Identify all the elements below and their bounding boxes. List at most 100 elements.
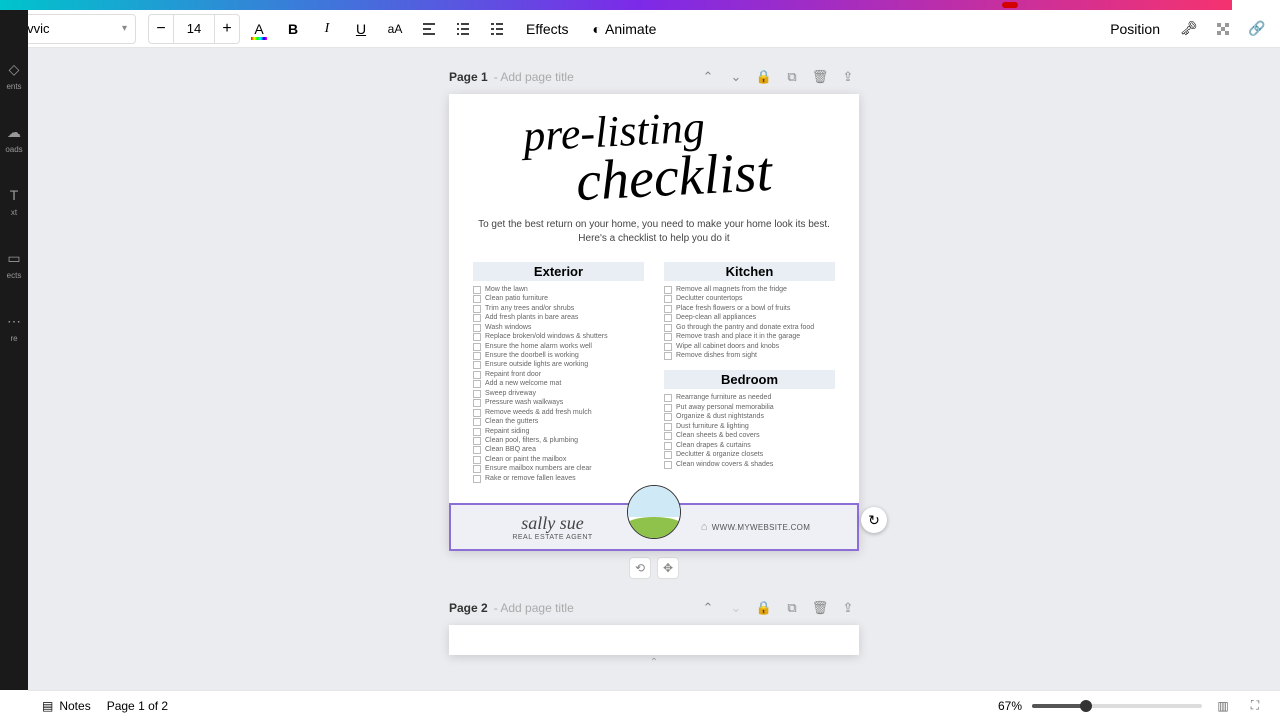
font-size-value[interactable]: 14	[174, 14, 214, 44]
rail-more[interactable]: ⋯re	[5, 312, 23, 343]
kitchen-list[interactable]: Remove all magnets from the fridgeDeclut…	[664, 285, 835, 361]
checklist-item[interactable]: Ensure the doorbell is working	[473, 351, 644, 360]
checklist-item[interactable]: Repaint front door	[473, 370, 644, 379]
checklist-item[interactable]: Repaint siding	[473, 427, 644, 436]
page2-expand-arrow[interactable]: ⌃	[449, 655, 859, 670]
exterior-list[interactable]: Mow the lawnClean patio furnitureTrim an…	[473, 285, 644, 483]
checklist-item[interactable]: Sweep driveway	[473, 389, 644, 398]
link-button[interactable]: 🔗	[1242, 14, 1272, 44]
alignment-button[interactable]	[414, 14, 444, 44]
page2-expand-down-button[interactable]: ⌄	[725, 597, 747, 619]
checklist-item[interactable]: Organize & dust nightstands	[664, 412, 835, 421]
checklist-item[interactable]: Clean or paint the mailbox	[473, 455, 644, 464]
notes-button[interactable]: ▤ Notes	[42, 699, 91, 713]
kitchen-heading[interactable]: Kitchen	[664, 262, 835, 281]
checklist-item[interactable]: Mow the lawn	[473, 285, 644, 294]
page2-delete-button[interactable]: 🗑	[809, 597, 831, 619]
page2-lock-button[interactable]: 🔒	[753, 597, 775, 619]
spacing-button[interactable]	[482, 14, 512, 44]
checklist-item[interactable]: Dust furniture & lighting	[664, 422, 835, 431]
checklist-item[interactable]: Deep-clean all appliances	[664, 313, 835, 322]
page-indicator[interactable]: Page 1 of 2	[107, 699, 168, 713]
page2-header: Page 2 - Add page title ⌃ ⌄ 🔒 ⧉ 🗑 ⇪	[449, 597, 859, 619]
checklist-item[interactable]: Ensure mailbox numbers are clear	[473, 464, 644, 473]
checklist-item[interactable]: Clean the gutters	[473, 417, 644, 426]
slider-thumb[interactable]	[1080, 700, 1092, 712]
page1-expand-down-button[interactable]: ⌄	[725, 66, 747, 88]
checklist-item[interactable]: Clean BBQ area	[473, 445, 644, 454]
checklist-item[interactable]: Place fresh flowers or a bowl of fruits	[664, 304, 835, 313]
checklist-item[interactable]: Clean patio furniture	[473, 294, 644, 303]
grid-view-button[interactable]: ▥	[1212, 695, 1234, 717]
intro-text[interactable]: To get the best return on your home, you…	[473, 218, 835, 246]
footer-logo[interactable]	[627, 485, 681, 539]
checklist-item[interactable]: Add fresh plants in bare areas	[473, 313, 644, 322]
checklist-item[interactable]: Clean drapes & curtains	[664, 441, 835, 450]
footer-card-selected[interactable]: sally sue REAL ESTATE AGENT ⌂ WWW.MYWEBS…	[449, 503, 859, 551]
checklist-item[interactable]: Trim any trees and/or shrubs	[473, 304, 644, 313]
checklist-item[interactable]: Ensure outside lights are working	[473, 360, 644, 369]
text-color-button[interactable]: A	[244, 14, 274, 44]
checklist-item[interactable]: Replace broken/old windows & shutters	[473, 332, 644, 341]
checklist-item[interactable]: Rake or remove fallen leaves	[473, 474, 644, 483]
position-button[interactable]: Position	[1100, 14, 1170, 44]
bedroom-heading[interactable]: Bedroom	[664, 370, 835, 389]
letter-case-button[interactable]: aA	[380, 14, 410, 44]
exterior-heading[interactable]: Exterior	[473, 262, 644, 281]
checklist-item[interactable]: Add a new welcome mat	[473, 379, 644, 388]
page2-collapse-up-button[interactable]: ⌃	[697, 597, 719, 619]
page2-title-hint[interactable]: - Add page title	[494, 601, 574, 615]
checklist-columns: Exterior Mow the lawnClean patio furnitu…	[473, 256, 835, 483]
page1-lock-button[interactable]: 🔒	[753, 66, 775, 88]
font-size-increase-button[interactable]: +	[214, 14, 240, 44]
move-handle[interactable]: ✥	[657, 557, 679, 579]
page1-collapse-up-button[interactable]: ⌃	[697, 66, 719, 88]
checklist-item[interactable]: Remove weeds & add fresh mulch	[473, 408, 644, 417]
transparency-button[interactable]	[1208, 14, 1238, 44]
checklist-item[interactable]: Wash windows	[473, 323, 644, 332]
zoom-slider[interactable]	[1032, 704, 1202, 708]
checklist-item[interactable]: Remove trash and place it in the garage	[664, 332, 835, 341]
checklist-item[interactable]: Remove all magnets from the fridge	[664, 285, 835, 294]
rail-text[interactable]: Txt	[5, 186, 23, 217]
checklist-item[interactable]: Pressure wash walkways	[473, 398, 644, 407]
page1-duplicate-button[interactable]: ⧉	[781, 66, 803, 88]
bold-button[interactable]: B	[278, 14, 308, 44]
page1-title-hint[interactable]: - Add page title	[494, 70, 574, 84]
page2-canvas[interactable]	[449, 625, 859, 655]
page1-canvas[interactable]: pre-listing checklist To get the best re…	[449, 94, 859, 551]
checklist-item[interactable]: Wipe all cabinet doors and knobs	[664, 342, 835, 351]
checklist-item[interactable]: Declutter countertops	[664, 294, 835, 303]
fullscreen-button[interactable]: ⛶	[1244, 695, 1266, 717]
bedroom-list[interactable]: Rearrange furniture as neededPut away pe…	[664, 393, 835, 469]
page1-delete-button[interactable]: 🗑	[809, 66, 831, 88]
regenerate-button[interactable]: ↻	[861, 507, 887, 533]
list-button[interactable]	[448, 14, 478, 44]
rotate-handle[interactable]: ⟲	[629, 557, 651, 579]
checklist-item[interactable]: Put away personal memorabilia	[664, 403, 835, 412]
checklist-item[interactable]: Clean sheets & bed covers	[664, 431, 835, 440]
font-size-decrease-button[interactable]: −	[148, 14, 174, 44]
rail-projects[interactable]: ▭ects	[5, 249, 23, 280]
checklist-item[interactable]: Clean window covers & shades	[664, 460, 835, 469]
lock-button[interactable]: 🗝	[1174, 14, 1204, 44]
checklist-item[interactable]: Declutter & organize closets	[664, 450, 835, 459]
animate-label: Animate	[605, 21, 656, 37]
underline-button[interactable]: U	[346, 14, 376, 44]
animate-button[interactable]: ◐ Animate	[583, 14, 667, 44]
checklist-item[interactable]: Remove dishes from sight	[664, 351, 835, 360]
checklist-item[interactable]: Go through the pantry and donate extra f…	[664, 323, 835, 332]
effects-button[interactable]: Effects	[516, 14, 579, 44]
canvas-area[interactable]: Page 1 - Add page title ⌃ ⌄ 🔒 ⧉ 🗑 ⇪ pre-…	[28, 48, 1280, 690]
rail-uploads[interactable]: ☁oads	[5, 123, 23, 154]
italic-button[interactable]: I	[312, 14, 342, 44]
page2-share-button[interactable]: ⇪	[837, 597, 859, 619]
page1-share-button[interactable]: ⇪	[837, 66, 859, 88]
checklist-item[interactable]: Rearrange furniture as needed	[664, 393, 835, 402]
page2-duplicate-button[interactable]: ⧉	[781, 597, 803, 619]
zoom-value[interactable]: 67%	[998, 699, 1022, 713]
rail-elements[interactable]: ◇ents	[5, 60, 23, 91]
checklist-item[interactable]: Ensure the home alarm works well	[473, 342, 644, 351]
document-title[interactable]: pre-listing checklist	[473, 112, 835, 202]
checklist-item[interactable]: Clean pool, filters, & plumbing	[473, 436, 644, 445]
